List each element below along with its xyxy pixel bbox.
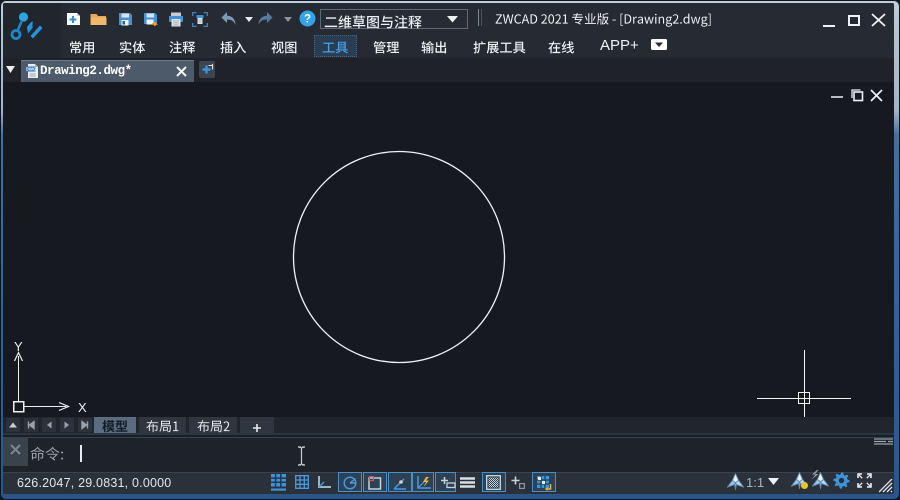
svg-text:Y: Y [14,339,23,354]
svg-text:DWG: DWG [26,67,37,72]
svg-text:X: X [78,400,87,415]
svg-text:?: ? [304,14,311,26]
